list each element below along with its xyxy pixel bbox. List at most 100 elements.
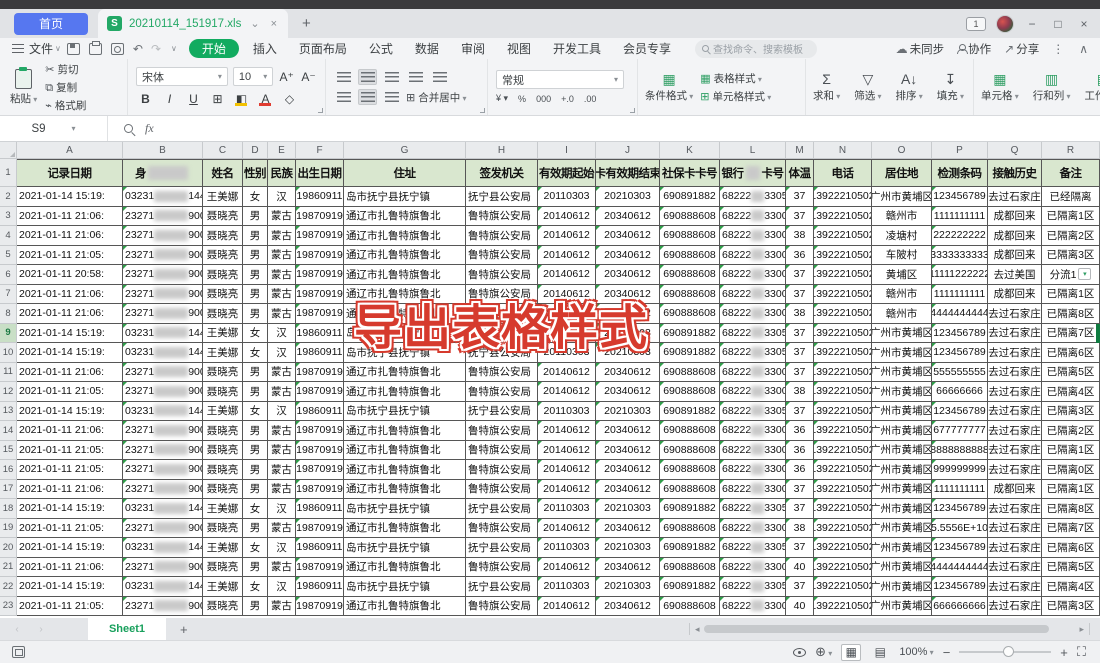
cell-M22[interactable]: 37 <box>786 577 814 597</box>
cell-P3[interactable]: 1111111111 <box>932 207 988 227</box>
user-avatar[interactable] <box>996 15 1014 33</box>
cell-E4[interactable]: 蒙古 <box>268 226 296 246</box>
cell-O10[interactable]: 广州市黄埔区 <box>872 343 932 363</box>
cell-D17[interactable]: 男 <box>243 480 268 500</box>
cell-E20[interactable]: 汉 <box>268 538 296 558</box>
cell-O19[interactable]: 广州市黄埔区 <box>872 519 932 539</box>
close-button[interactable]: × <box>1076 17 1092 31</box>
cell-C16[interactable]: 聂晓亮 <box>203 460 243 480</box>
cell-C9[interactable]: 王美娜 <box>203 324 243 344</box>
cell-K5[interactable]: 690888608 <box>660 246 720 266</box>
cell-J5[interactable]: 20340612 <box>596 246 660 266</box>
column-letter-C[interactable]: C <box>203 142 243 159</box>
collapse-ribbon-icon[interactable]: ∧ <box>1079 42 1088 56</box>
cell-Q14[interactable]: 去过石家庄 <box>988 421 1042 441</box>
cell-M13[interactable]: 37 <box>786 402 814 422</box>
header-cell-Q[interactable]: 接触历史 <box>988 159 1042 187</box>
cell-F20[interactable]: 19860911 <box>296 538 344 558</box>
align-right-icon[interactable] <box>382 89 401 105</box>
alignment-dialog-launcher[interactable] <box>480 108 485 113</box>
ribbon-tab-1[interactable]: 页面布局 <box>299 40 347 57</box>
cell-M11[interactable]: 37 <box>786 363 814 383</box>
cell-O2[interactable]: 广州市黄埔区 <box>872 187 932 207</box>
cell-E11[interactable]: 蒙古 <box>268 363 296 383</box>
cell-Q9[interactable]: 去过石家庄 <box>988 324 1042 344</box>
cell-B14[interactable]: 23271900 <box>123 421 203 441</box>
row-number-16[interactable]: 16 <box>0 460 17 480</box>
font-size-select[interactable]: 10▾ <box>233 67 273 86</box>
cell-K4[interactable]: 690888608 <box>660 226 720 246</box>
scrollbar-thumb[interactable] <box>704 625 1049 633</box>
cell-K2[interactable]: 690891882 <box>660 187 720 207</box>
cell-I13[interactable]: 20110303 <box>538 402 596 422</box>
macro-record-icon[interactable] <box>12 646 25 658</box>
insert-function-icon[interactable]: fx <box>145 121 154 136</box>
cell-E3[interactable]: 蒙古 <box>268 207 296 227</box>
ribbon-tab-6[interactable]: 开发工具 <box>553 40 601 57</box>
fill-button[interactable]: ↧填充 ▾ <box>930 72 971 103</box>
cell-F15[interactable]: 19870919 <box>296 441 344 461</box>
ribbon-tab-home[interactable]: 开始 <box>189 39 239 58</box>
cell-L19[interactable]: 682223300 <box>720 519 786 539</box>
cell-F9[interactable]: 19860911 <box>296 324 344 344</box>
cell-F5[interactable]: 19870919 <box>296 246 344 266</box>
cell-J2[interactable]: 20210303 <box>596 187 660 207</box>
cell-A17[interactable]: 2021-01-11 21:06: <box>17 480 123 500</box>
cell-G4[interactable]: 通辽市扎鲁特旗鲁北 <box>344 226 466 246</box>
cell-B10[interactable]: 03231144 <box>123 343 203 363</box>
cell-N8[interactable]: 13922210502 <box>814 304 872 324</box>
row-number-10[interactable]: 10 <box>0 343 17 363</box>
decrease-decimal-icon[interactable]: .00 <box>584 94 597 104</box>
cell-L14[interactable]: 682223300 <box>720 421 786 441</box>
cut-button[interactable]: ✂剪切 <box>45 62 86 77</box>
cell-A9[interactable]: 2021-01-14 15:19: <box>17 324 123 344</box>
row-number-8[interactable]: 8 <box>0 304 17 324</box>
cell-K3[interactable]: 690888608 <box>660 207 720 227</box>
cell-G3[interactable]: 通辽市扎鲁特旗鲁北 <box>344 207 466 227</box>
row-number-14[interactable]: 14 <box>0 421 17 441</box>
cell-K7[interactable]: 690888608 <box>660 285 720 305</box>
cell-H23[interactable]: 鲁特旗公安局 <box>466 597 538 617</box>
scroll-right-icon[interactable]: ▸ <box>1079 624 1084 635</box>
cell-Q7[interactable]: 成都回来 <box>988 285 1042 305</box>
cell-L4[interactable]: 682223300 <box>720 226 786 246</box>
cell-K11[interactable]: 690888608 <box>660 363 720 383</box>
cell-B5[interactable]: 23271900 <box>123 246 203 266</box>
cell-D16[interactable]: 男 <box>243 460 268 480</box>
cell-N13[interactable]: 13922210502 <box>814 402 872 422</box>
cell-B22[interactable]: 03231144 <box>123 577 203 597</box>
row-number-19[interactable]: 19 <box>0 519 17 539</box>
cell-G17[interactable]: 通辽市扎鲁特旗鲁北 <box>344 480 466 500</box>
cell-P10[interactable]: 123456789 <box>932 343 988 363</box>
cell-N2[interactable]: 13922210502 <box>814 187 872 207</box>
cell-D6[interactable]: 男 <box>243 265 268 285</box>
cell-H6[interactable]: 鲁特旗公安局 <box>466 265 538 285</box>
cell-K17[interactable]: 690888608 <box>660 480 720 500</box>
cell-N21[interactable]: 13922210502 <box>814 558 872 578</box>
cell-P19[interactable]: 5.5556E+10 <box>932 519 988 539</box>
cell-H15[interactable]: 鲁特旗公安局 <box>466 441 538 461</box>
cell-I23[interactable]: 20140612 <box>538 597 596 617</box>
cell-B2[interactable]: 03231144 <box>123 187 203 207</box>
currency-format-icon[interactable]: ¥ ▾ <box>496 93 508 104</box>
minimize-button[interactable]: − <box>1024 17 1040 31</box>
sort-button[interactable]: A↓排序 ▾ <box>889 72 930 103</box>
bold-button[interactable]: B <box>136 90 155 107</box>
decrease-font-icon[interactable]: A⁻ <box>300 68 317 85</box>
cell-M8[interactable]: 38 <box>786 304 814 324</box>
cell-O23[interactable]: 广州市黄埔区 <box>872 597 932 617</box>
cell-F16[interactable]: 19870919 <box>296 460 344 480</box>
zoom-in-button[interactable]: + <box>1060 645 1068 660</box>
column-letter-E[interactable]: E <box>268 142 296 159</box>
header-cell-N[interactable]: 电话 <box>814 159 872 187</box>
cell-K6[interactable]: 690888608 <box>660 265 720 285</box>
cell-Q5[interactable]: 成都回来 <box>988 246 1042 266</box>
column-letter-J[interactable]: J <box>596 142 660 159</box>
cell-L12[interactable]: 682223300 <box>720 382 786 402</box>
cell-K15[interactable]: 690888608 <box>660 441 720 461</box>
cell-N7[interactable]: 13922210502 <box>814 285 872 305</box>
cell-H17[interactable]: 鲁特旗公安局 <box>466 480 538 500</box>
align-left-icon[interactable] <box>334 89 353 105</box>
row-number-3[interactable]: 3 <box>0 207 17 227</box>
cell-M9[interactable]: 37 <box>786 324 814 344</box>
